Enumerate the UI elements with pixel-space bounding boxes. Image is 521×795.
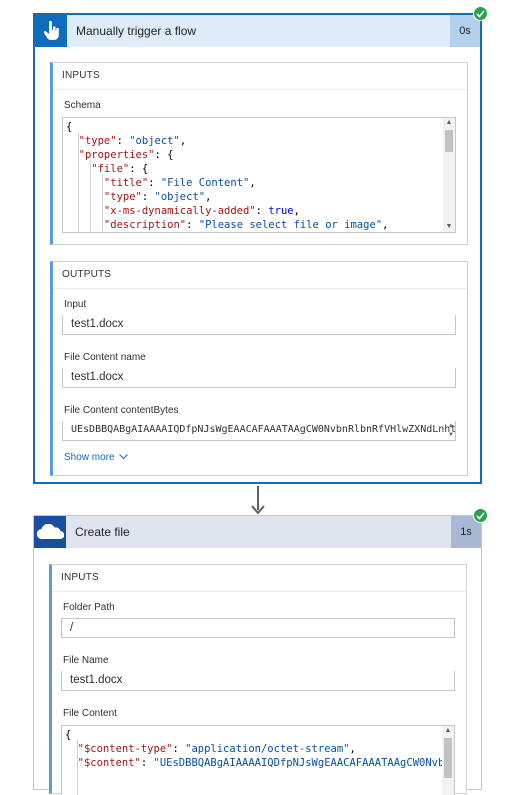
trigger-inputs-section: INPUTS Schema "description": "Please sel… bbox=[50, 62, 468, 245]
show-more-label: Show more bbox=[64, 452, 115, 463]
content-bytes-value[interactable]: UEsDBBQABgAIAAAAIQDfpNJsWgEAACAFAAATAAgC… bbox=[62, 421, 456, 441]
code-token: "properties" bbox=[66, 149, 155, 161]
code-token: "UEsDBBQABgAIAAAAIQDfpNJsWgEAACAFAAATAAg… bbox=[153, 757, 454, 769]
success-check-icon bbox=[473, 508, 488, 523]
create-file-title: Create file bbox=[75, 525, 130, 539]
trigger-header[interactable]: Manually trigger a flow 0s bbox=[35, 15, 480, 47]
inputs-title: INPUTS bbox=[53, 63, 467, 90]
scroll-thumb[interactable] bbox=[445, 130, 453, 152]
create-file-inputs-section: INPUTS Folder Path / File Name test1.doc… bbox=[49, 564, 467, 795]
code-token: : bbox=[186, 219, 199, 231]
success-check-icon bbox=[473, 6, 488, 21]
code-token: "application/octet-stream" bbox=[185, 743, 350, 755]
code-line: "title": "File Content", bbox=[66, 176, 256, 190]
code-token: "file" bbox=[66, 163, 130, 175]
indent-guide bbox=[78, 132, 79, 232]
folder-path-value[interactable]: / bbox=[61, 618, 455, 638]
code-token: : bbox=[148, 177, 161, 189]
code-token: { bbox=[66, 121, 73, 133]
scroll-thumb[interactable] bbox=[444, 738, 452, 778]
content-bytes-label: File Content contentBytes bbox=[64, 405, 179, 416]
code-token: { bbox=[65, 729, 72, 741]
outputs-title: OUTPUTS bbox=[53, 262, 467, 289]
code-token: : bbox=[140, 757, 154, 769]
hand-tap-icon bbox=[43, 21, 59, 40]
scroll-up-icon[interactable]: ▲ bbox=[442, 726, 454, 736]
trigger-title: Manually trigger a flow bbox=[76, 24, 197, 38]
trigger-card[interactable]: Manually trigger a flow 0s INPUTS Schema… bbox=[33, 13, 482, 484]
schema-scrollbar[interactable]: ▲ ▼ bbox=[443, 118, 455, 232]
code-line: "type": "object", bbox=[66, 134, 187, 148]
code-line: { bbox=[65, 728, 71, 742]
code-line: "properties": { bbox=[66, 148, 174, 162]
code-line: "$content": "UEsDBBQABgAIAAAAIQDfpNJsWgE… bbox=[65, 756, 454, 770]
input-value[interactable]: test1.docx bbox=[62, 315, 456, 335]
code-token: "object" bbox=[129, 135, 180, 147]
code-token: : { bbox=[129, 163, 149, 175]
indent-guide bbox=[77, 740, 78, 795]
code-token: "description" bbox=[66, 219, 187, 231]
bytes-scroll-icon[interactable]: ▲ ▼ bbox=[447, 422, 455, 440]
show-more-link[interactable]: Show more bbox=[64, 452, 129, 463]
create-file-icon-box bbox=[34, 516, 66, 548]
code-token: "File Content" bbox=[160, 177, 250, 189]
file-name-value[interactable]: test1.docx bbox=[61, 671, 455, 691]
code-token: : bbox=[172, 743, 186, 755]
trigger-outputs-section: OUTPUTS Input test1.docx File Content na… bbox=[50, 261, 468, 476]
folder-path-label: Folder Path bbox=[63, 602, 115, 613]
trigger-icon-box bbox=[35, 15, 67, 47]
code-token: "object" bbox=[154, 191, 206, 203]
indent-guide bbox=[102, 174, 103, 232]
content-scrollbar[interactable]: ▲ bbox=[442, 726, 454, 795]
code-token: , bbox=[249, 177, 256, 189]
code-line: "$content-type": "application/octet-stre… bbox=[65, 742, 356, 756]
onedrive-cloud-icon bbox=[36, 524, 64, 540]
file-content-name-value[interactable]: test1.docx bbox=[62, 368, 456, 388]
code-line: "type": "object", bbox=[66, 190, 212, 204]
create-file-header[interactable]: Create file 1s bbox=[34, 516, 481, 548]
file-name-label: File Name bbox=[63, 655, 109, 666]
scroll-down-icon[interactable]: ▼ bbox=[443, 222, 455, 232]
code-token: , bbox=[349, 743, 356, 755]
input-label: Input bbox=[64, 299, 87, 310]
code-line: "description": "Please select file or im… bbox=[66, 218, 389, 232]
schema-label: Schema bbox=[64, 100, 101, 111]
schema-code-box[interactable]: "description": "Please select file or im… bbox=[62, 117, 456, 233]
inputs-title: INPUTS bbox=[52, 565, 466, 592]
file-content-code-box[interactable]: "$content": "UEsDBBQABgAIAAAAIQDfpNJsWgE… bbox=[61, 725, 455, 795]
code-token: , bbox=[293, 205, 300, 217]
code-token: : bbox=[255, 205, 269, 217]
code-token: true bbox=[268, 205, 294, 217]
file-content-label: File Content bbox=[63, 708, 117, 719]
code-token: "Please select file or image" bbox=[198, 219, 383, 231]
indent-guide bbox=[90, 160, 91, 232]
code-token: , bbox=[179, 135, 187, 147]
file-content-name-label: File Content name bbox=[64, 352, 146, 363]
create-file-card[interactable]: Create file 1s INPUTS Folder Path / File… bbox=[33, 515, 482, 795]
scroll-up-icon[interactable]: ▲ bbox=[443, 118, 455, 128]
code-line: { bbox=[66, 120, 72, 134]
code-token: "type" bbox=[66, 135, 117, 147]
code-token: , bbox=[205, 191, 212, 203]
code-token: : bbox=[116, 135, 130, 147]
chevron-down-icon bbox=[119, 454, 129, 460]
code-token: , bbox=[382, 219, 389, 231]
code-token: : bbox=[141, 191, 155, 203]
code-token: : { bbox=[154, 149, 174, 161]
code-token: "x-ms-dynamically-added" bbox=[66, 205, 256, 217]
code-token: "$content-type" bbox=[65, 743, 173, 755]
